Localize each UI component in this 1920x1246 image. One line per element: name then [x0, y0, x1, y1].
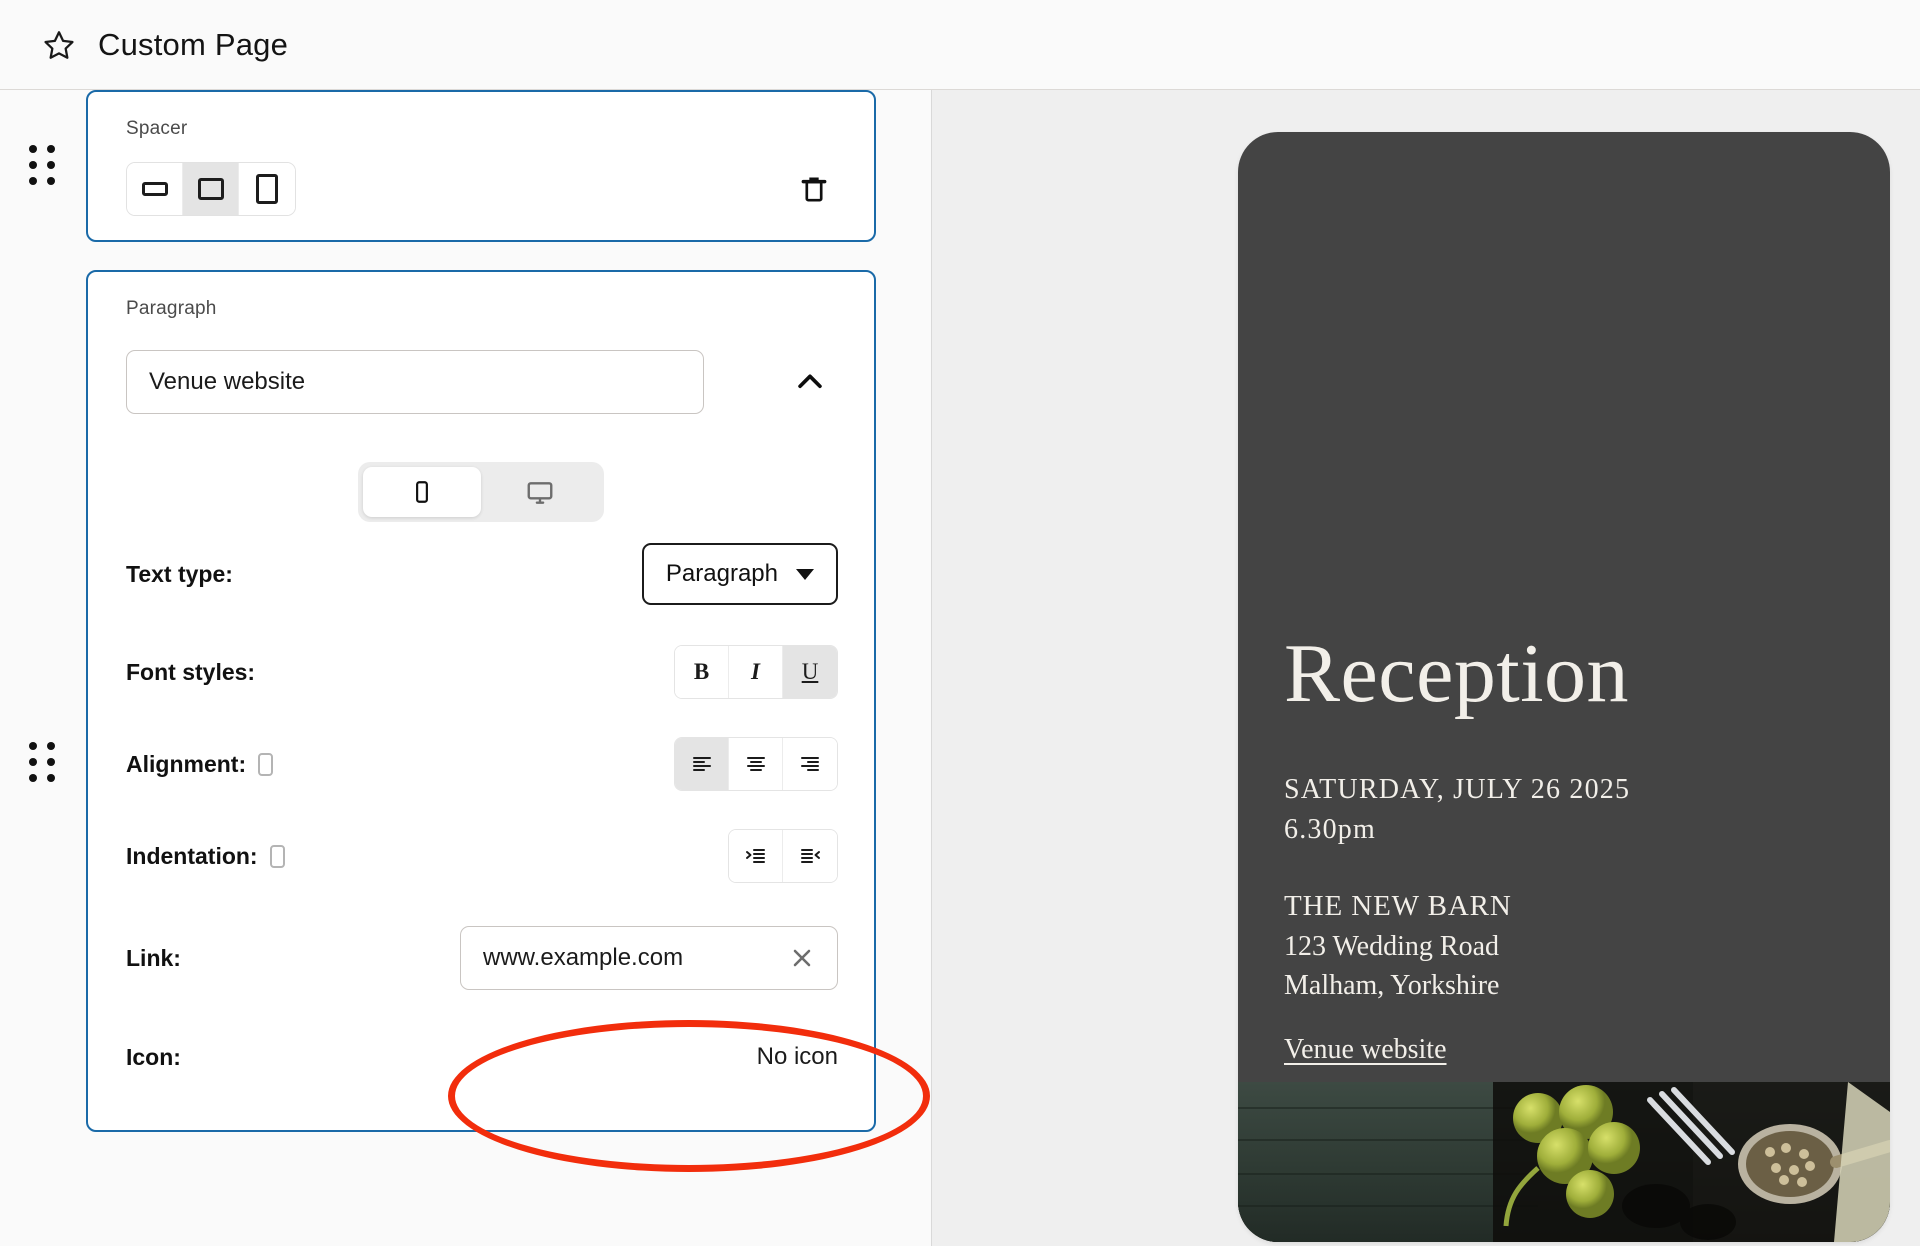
spacer-block-label: Spacer	[88, 92, 874, 140]
indent-decrease-button[interactable]	[783, 830, 837, 882]
text-type-value: Paragraph	[666, 560, 778, 588]
page-title: Custom Page	[98, 27, 288, 63]
text-type-dropdown[interactable]: Paragraph	[642, 543, 838, 605]
indent-decrease-icon	[798, 844, 822, 868]
preview-pane: Reception SATURDAY, JULY 26 2025 6.30pm …	[932, 90, 1920, 1246]
chevron-up-icon	[793, 365, 827, 399]
link-label: Link:	[126, 945, 181, 972]
align-left-button[interactable]	[675, 738, 729, 790]
drag-dots-icon	[29, 145, 57, 187]
preview-venue-block: THE NEW BARN 123 Wedding Road Malham, Yo…	[1284, 886, 1844, 1007]
chevron-down-icon	[796, 569, 814, 580]
alignment-group	[674, 737, 838, 791]
rect-medium-icon	[198, 178, 224, 200]
preview-venue-website-link[interactable]: Venue website	[1284, 1034, 1447, 1066]
font-styles-group: B I U	[674, 645, 838, 699]
spacer-size-small-button[interactable]	[127, 163, 183, 215]
mobile-scope-icon	[258, 753, 273, 776]
paragraph-block-label: Paragraph	[88, 272, 874, 320]
italic-button[interactable]: I	[729, 646, 783, 698]
alignment-label: Alignment:	[126, 751, 246, 778]
paragraph-text-input[interactable]	[126, 350, 704, 414]
link-row: Link:	[88, 902, 874, 1014]
rect-small-icon	[142, 182, 168, 196]
icon-label: Icon:	[126, 1044, 181, 1071]
indent-increase-button[interactable]	[729, 830, 783, 882]
align-center-icon	[744, 752, 768, 776]
indentation-group	[728, 829, 838, 883]
close-icon	[788, 944, 816, 972]
spacer-size-medium-button[interactable]	[183, 163, 239, 215]
paragraph-block-card: Paragraph	[86, 270, 876, 1132]
delete-spacer-button[interactable]	[790, 165, 838, 213]
spacer-size-large-button[interactable]	[239, 163, 295, 215]
link-input[interactable]	[483, 944, 785, 972]
drag-handle-paragraph[interactable]	[0, 270, 86, 1246]
drag-dots-icon	[29, 742, 57, 784]
phone-preview-card: Reception SATURDAY, JULY 26 2025 6.30pm …	[1238, 132, 1890, 1242]
icon-row: Icon: No icon	[88, 1014, 874, 1100]
alignment-row: Alignment:	[88, 718, 874, 810]
block-paragraph: Paragraph	[0, 270, 932, 1246]
font-styles-label: Font styles:	[126, 659, 255, 686]
preview-date-line2: 6.30pm	[1284, 810, 1844, 850]
phone-icon	[409, 479, 435, 505]
font-styles-row: Font styles: B I U	[88, 626, 874, 718]
editor-pane: Spacer	[0, 90, 932, 1246]
app-header: Custom Page	[0, 0, 1920, 90]
text-type-row: Text type: Paragraph	[88, 522, 874, 626]
device-mobile-button[interactable]	[363, 467, 481, 517]
drag-handle-spacer-top[interactable]	[0, 90, 86, 242]
spacer-block-card: Spacer	[86, 90, 876, 242]
preview-food-photo	[1238, 1082, 1890, 1242]
preview-date: SATURDAY, JULY 26 2025 6.30pm	[1284, 770, 1844, 850]
rect-large-icon	[256, 174, 278, 204]
spacer-controls-row	[88, 140, 874, 216]
indentation-row: Indentation:	[88, 810, 874, 902]
device-desktop-button[interactable]	[481, 467, 599, 517]
trash-icon	[798, 173, 830, 205]
indentation-label-wrap: Indentation:	[126, 843, 285, 870]
mobile-scope-icon	[270, 845, 285, 868]
paragraph-text-row	[88, 320, 874, 414]
align-left-icon	[690, 752, 714, 776]
indentation-label: Indentation:	[126, 843, 258, 870]
food-photo-illustration	[1238, 1082, 1890, 1242]
preview-venue-name: THE NEW BARN	[1284, 886, 1844, 927]
icon-value[interactable]: No icon	[757, 1043, 838, 1071]
bold-button[interactable]: B	[675, 646, 729, 698]
link-input-wrapper	[460, 926, 838, 990]
workspace: Spacer	[0, 90, 1920, 1246]
clear-link-button[interactable]	[785, 941, 819, 975]
underline-button[interactable]: U	[783, 646, 837, 698]
align-center-button[interactable]	[729, 738, 783, 790]
text-type-label: Text type:	[126, 561, 233, 588]
monitor-icon	[525, 477, 555, 507]
device-toggle-wrapper	[88, 414, 874, 522]
phone-preview-content: Reception SATURDAY, JULY 26 2025 6.30pm …	[1238, 132, 1890, 1066]
block-spacer-top: Spacer	[0, 90, 932, 242]
preview-address-line2: Malham, Yorkshire	[1284, 966, 1844, 1006]
collapse-paragraph-button[interactable]	[782, 354, 838, 410]
spacer-size-group	[126, 162, 296, 216]
indent-increase-icon	[744, 844, 768, 868]
star-outline-icon[interactable]	[42, 28, 76, 62]
align-right-icon	[798, 752, 822, 776]
align-right-button[interactable]	[783, 738, 837, 790]
preview-title: Reception	[1284, 632, 1844, 716]
preview-address-line1: 123 Wedding Road	[1284, 927, 1844, 967]
alignment-label-wrap: Alignment:	[126, 751, 273, 778]
device-toggle	[358, 462, 604, 522]
preview-date-line1: SATURDAY, JULY 26 2025	[1284, 770, 1844, 810]
